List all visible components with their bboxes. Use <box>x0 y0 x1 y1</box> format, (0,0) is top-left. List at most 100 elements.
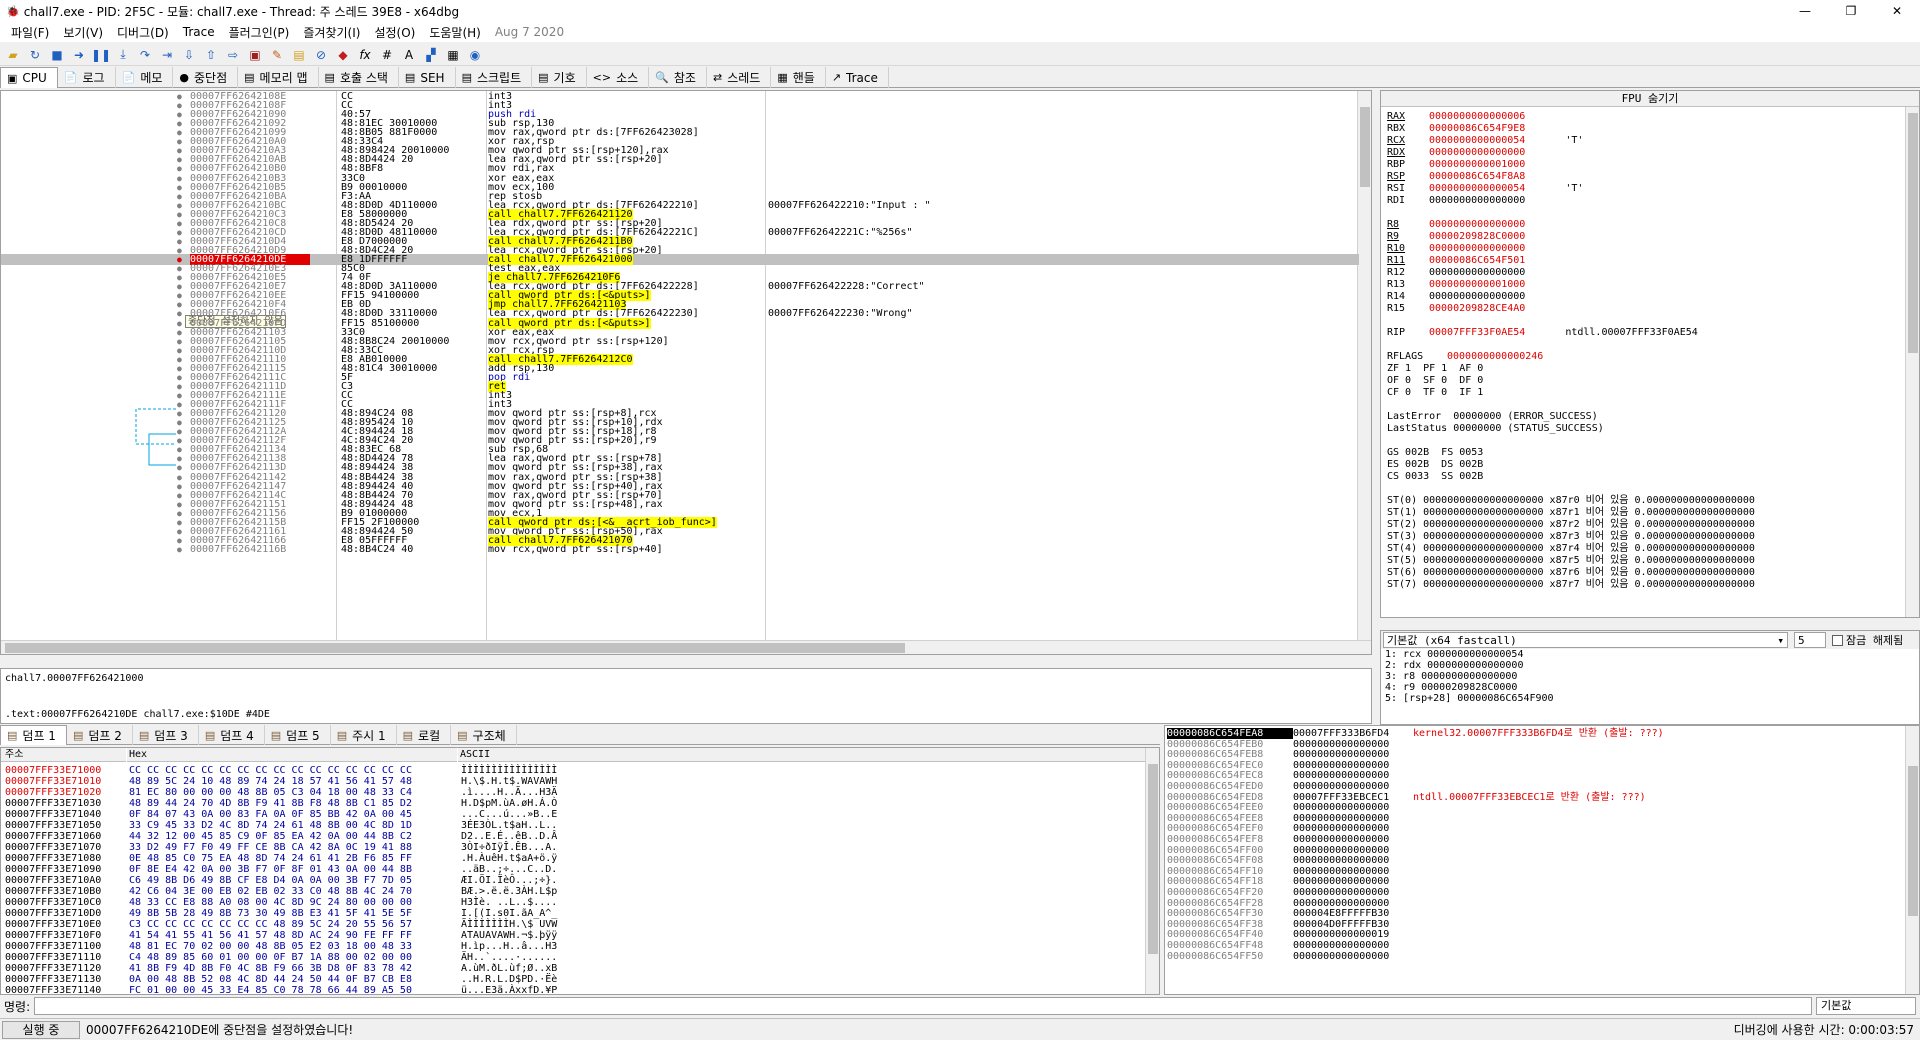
stack-row[interactable]: 00000086C654FF30 000004E8FFFFFB30 <box>1167 908 1413 919</box>
argument-row[interactable]: 4: r9 00000209828C0000 <box>1381 682 1919 693</box>
dump-hex[interactable]: 0F 8E E4 42 0A 00 3B F7 0F 8F 01 43 0A 0… <box>129 864 412 875</box>
dump-ascii[interactable]: ATAUAVAWH.¬$.þÿÿ <box>461 930 557 941</box>
segment-row[interactable]: GS 002B FS 0053 <box>1387 447 1483 459</box>
trace-over-icon[interactable]: ⇩ <box>180 46 198 64</box>
stack-row[interactable]: 00000086C654FF20 0000000000000000 <box>1167 887 1413 898</box>
register-row[interactable]: RBX 00000086C654F9E8 <box>1387 123 1565 135</box>
dump-tab[interactable]: ▤ 주시 1 <box>331 725 397 745</box>
dump-hex[interactable]: 0A 00 48 8B 52 08 4C 8D 44 24 50 44 0F B… <box>129 974 412 985</box>
font-icon[interactable]: A <box>400 46 418 64</box>
register-value[interactable]: 0000000000000000 <box>1429 195 1525 206</box>
tab-source[interactable]: <> 소스 <box>587 67 650 88</box>
dump-address[interactable]: 00007FFF33E710F0 <box>5 930 101 941</box>
fpu-register-row[interactable]: ST(0) 00000000000000000000 x87r0 비어 있음 0… <box>1387 495 1755 507</box>
run-to-user-code-icon[interactable]: ⇨ <box>224 46 242 64</box>
trace-into-icon[interactable]: ⇥ <box>158 46 176 64</box>
command-mode-select[interactable]: 기본값 <box>1816 997 1916 1015</box>
fpu-register-row[interactable]: ST(3) 00000000000000000000 x87r3 비어 있음 0… <box>1387 531 1755 543</box>
dump-hex[interactable]: C6 49 8B D6 49 8B CF E8 D4 0A 0A 00 3B F… <box>129 875 412 886</box>
dump-address[interactable]: 00007FFF33E71060 <box>5 831 101 842</box>
bookmarks-icon[interactable]: ◆ <box>334 46 352 64</box>
stack-row[interactable]: 00000086C654FED8 00007FFF33EBCEC1 ntdll.00… <box>1167 792 1646 803</box>
arg-count-stepper[interactable]: 5 <box>1794 632 1826 648</box>
menu-debug[interactable]: 디버그(D) <box>110 24 176 41</box>
stack-row[interactable]: 00000086C654FED0 0000000000000000 <box>1167 781 1413 792</box>
tab-symbols[interactable]: ▤ 기호 <box>532 67 587 88</box>
open-icon[interactable]: ▰ <box>4 46 22 64</box>
tab-log[interactable]: 📄 로그 <box>58 67 116 88</box>
dump-tab[interactable]: ▤ 덤프 1 <box>0 725 67 745</box>
register-value[interactable]: 0000000000000054 <box>1429 183 1525 194</box>
dump-address[interactable]: 00007FFF33E71080 <box>5 853 101 864</box>
fpu-register-row[interactable]: ST(2) 00000000000000000000 x87r2 비어 있음 0… <box>1387 519 1755 531</box>
dump-address[interactable]: 00007FFF33E71010 <box>5 776 101 787</box>
dump-address[interactable]: 00007FFF33E71110 <box>5 952 101 963</box>
dump-ascii[interactable]: .ì....H..Ã...H3Ä <box>461 787 557 798</box>
stack-row[interactable]: 00000086C654FEE8 0000000000000000 <box>1167 813 1413 824</box>
rflags-row[interactable]: RFLAGS 0000000000000246 <box>1387 351 1543 363</box>
dump-address[interactable]: 00007FFF33E71090 <box>5 864 101 875</box>
register-value[interactable]: 0000000000000000 <box>1429 147 1525 158</box>
dump-ascii[interactable]: BÆ.>.ë.ë.3ÀH.L$p <box>461 886 557 897</box>
dump-hex[interactable]: 44 32 12 00 45 85 C9 0F 85 EA 42 0A 00 4… <box>129 831 412 842</box>
dump-ascii[interactable]: ..H.R.L.D$PD.·Ëè <box>461 974 557 985</box>
dump-tab[interactable]: ▤ 덤프 5 <box>265 725 331 745</box>
dump-scrollbar[interactable] <box>1145 748 1159 994</box>
register-row[interactable]: R13 0000000000001000 <box>1387 279 1565 291</box>
flags-row[interactable]: ZF 1 PF 1 AF 0 <box>1387 363 1483 375</box>
register-row[interactable]: RAX 0000000000000006 <box>1387 111 1565 123</box>
dump-hex[interactable]: 42 C6 04 3E 00 EB 02 EB 02 33 C0 48 8B 4… <box>129 886 412 897</box>
execute-till-return-icon[interactable]: ⇧ <box>202 46 220 64</box>
dump-tab[interactable]: ▤ 덤프 2 <box>67 725 133 745</box>
restart-icon[interactable]: ↻ <box>26 46 44 64</box>
stack-row[interactable]: 00000086C654FF38 000004D0FFFFFB30 <box>1167 919 1413 930</box>
dump-address[interactable]: 00007FFF33E71070 <box>5 842 101 853</box>
register-value[interactable]: 0000000000000000 <box>1429 267 1525 278</box>
register-value[interactable]: 0000000000000000 <box>1429 219 1525 230</box>
register-value[interactable]: 0000000000001000 <box>1429 279 1525 290</box>
fpu-register-row[interactable]: ST(6) 00000000000000000000 x87r6 비어 있음 0… <box>1387 567 1755 579</box>
segment-row[interactable]: CS 0033 SS 002B <box>1387 471 1483 483</box>
dump-hex[interactable]: FC 01 00 00 45 33 E4 85 C0 78 78 66 44 8… <box>129 985 412 994</box>
register-row[interactable]: RDI 0000000000000000 <box>1387 195 1565 207</box>
register-row[interactable]: R12 0000000000000000 <box>1387 267 1565 279</box>
dump-ascii[interactable]: 3ÒI÷ðIÿÎ.ÊB...A. <box>461 842 557 853</box>
dump-ascii[interactable]: .H.ÀuêH.t$aA+ö.ÿ <box>461 853 557 864</box>
register-value[interactable]: 00000086C654F8A8 <box>1429 171 1525 182</box>
dump-address[interactable]: 00007FFF33E71140 <box>5 985 101 994</box>
step-into-icon[interactable]: ⤓ <box>114 46 132 64</box>
menu-view[interactable]: 보기(V) <box>56 24 110 41</box>
dump-ascii[interactable]: H3Ìè. ..L..$.... <box>461 897 557 908</box>
dump-address[interactable]: 00007FFF33E71000 <box>5 765 101 776</box>
globe-icon[interactable]: ◉ <box>466 46 484 64</box>
menu-help[interactable]: 도움말(H) <box>422 24 488 41</box>
calculator-icon[interactable]: ▦ <box>444 46 462 64</box>
patch-icon[interactable]: ✎ <box>268 46 286 64</box>
dump-ascii[interactable]: I.[(I.s0I.ãA_A^_ <box>461 908 557 919</box>
menu-trace[interactable]: Trace <box>176 25 222 39</box>
tab-memory-map[interactable]: ▤ 메모리 맵 <box>238 67 319 88</box>
stack-row[interactable]: 00000086C654FF10 0000000000000000 <box>1167 866 1413 877</box>
dump-hex[interactable]: 48 33 CC E8 88 A0 08 00 4C 8D 9C 24 80 0… <box>129 897 412 908</box>
stop-icon[interactable]: ■ <box>48 46 66 64</box>
stack-row[interactable]: 00000086C654FF40 0000000000000019 <box>1167 929 1413 940</box>
dump-ascii[interactable]: 3ÉE3ÒL.t$aH..L.. <box>461 820 557 831</box>
hash-icon[interactable]: # <box>378 46 396 64</box>
dump-ascii[interactable]: ÆI.ÖI.ÏèÔ...;÷}. <box>461 875 557 886</box>
dump-hex[interactable]: 33 C9 45 33 D2 4C 8D 74 24 61 48 8B 00 4… <box>129 820 412 831</box>
menu-options[interactable]: 설정(O) <box>367 24 422 41</box>
breakpoint-slot-icon[interactable]: ● <box>177 544 182 555</box>
tab-notes[interactable]: 📄 메모 <box>116 67 174 88</box>
dump-hex[interactable]: 48 81 EC 70 02 00 00 48 8B 05 E2 03 18 0… <box>129 941 412 952</box>
menu-favourites[interactable]: 즐겨찾기(I) <box>296 24 367 41</box>
stack-scrollbar[interactable] <box>1905 726 1919 994</box>
dump-ascii[interactable]: ÃÌÌÌÌÌÌÌH.\$ UVW <box>461 919 557 930</box>
dump-address[interactable]: 00007FFF33E71020 <box>5 787 101 798</box>
fpu-register-row[interactable]: ST(4) 00000000000000000000 x87r4 비어 있음 0… <box>1387 543 1755 555</box>
register-row[interactable]: RDX 0000000000000000 <box>1387 147 1565 159</box>
stack-row[interactable]: 00000086C654FEB8 0000000000000000 <box>1167 749 1413 760</box>
register-value[interactable]: 00000209828C0000 <box>1429 231 1525 242</box>
stack-row[interactable]: 00000086C654FEF8 0000000000000000 <box>1167 834 1413 845</box>
dump-address[interactable]: 00007FFF33E71050 <box>5 820 101 831</box>
dump-address[interactable]: 00007FFF33E71120 <box>5 963 101 974</box>
